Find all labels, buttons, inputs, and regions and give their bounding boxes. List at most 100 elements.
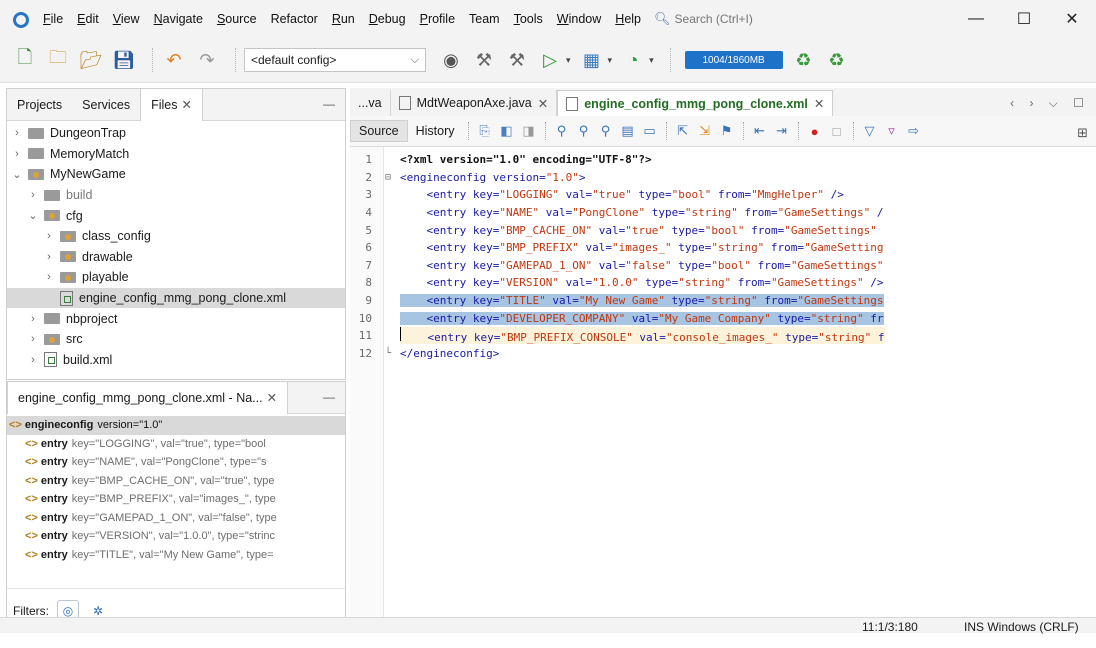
code-line[interactable]: 10 <entry key="DEVELOPER_COMPANY" val="M… <box>350 309 1074 327</box>
debug-icon[interactable]: ▦ <box>579 47 605 73</box>
menu-team[interactable]: Team <box>462 12 507 26</box>
tree-item[interactable]: engine_config_mmg_pong_clone.xml <box>7 287 345 309</box>
menu-tools[interactable]: Tools <box>507 12 550 26</box>
tree-item[interactable]: › build.xml <box>7 350 345 371</box>
build-hammer-icon[interactable]: ⚒ <box>471 47 497 73</box>
code-line[interactable]: 11 <entry key="BMP_PREFIX_CONSOLE" val="… <box>350 327 1074 345</box>
close-icon[interactable]: ✕ <box>182 97 192 112</box>
stop-macro-icon[interactable]: □ <box>829 123 845 139</box>
gc-icon[interactable]: ♻ <box>791 47 817 73</box>
validate-xml-icon[interactable]: ▿ <box>884 123 900 139</box>
tree-item[interactable]: › playable <box>7 267 345 288</box>
save-all-icon[interactable]: 💾︎ <box>111 47 137 73</box>
tree-item[interactable]: ⌄ MyNewGame <box>7 164 345 185</box>
fold-icon[interactable]: └ <box>376 348 400 359</box>
close-icon[interactable]: ✕ <box>538 96 548 111</box>
menu-run[interactable]: Run <box>325 12 362 26</box>
menu-window[interactable]: Window <box>550 12 608 26</box>
code-line[interactable]: 12 └ </engineconfig> <box>350 345 1074 363</box>
profile-dropdown-icon[interactable]: ▾ <box>649 55 654 66</box>
find-next-icon[interactable]: ⚲ <box>598 123 614 139</box>
toggle-highlight-icon[interactable]: ▤ <box>620 123 636 139</box>
expand-icon[interactable]: › <box>43 230 55 242</box>
toggle-bookmark-icon[interactable]: ⚑ <box>719 123 735 139</box>
tab-navigation-icon[interactable]: ‹ › ⌵ ☐ <box>1010 96 1090 111</box>
memory-indicator[interactable]: 1004/1860MB <box>684 51 783 69</box>
caret-position[interactable]: 11:1/3:180 <box>862 620 918 634</box>
check-xml-icon[interactable]: ▽ <box>862 123 878 139</box>
code-line[interactable]: 4 <entry key="NAME" val="PongClone" type… <box>350 204 1074 222</box>
menu-file[interactable]: File <box>36 12 70 26</box>
tree-item[interactable]: › MemoryMatch <box>7 144 345 165</box>
config-select[interactable]: <default config> ⌵ <box>244 48 426 72</box>
navigator-entry-node[interactable]: <> entry key="TITLE", val="My New Game", t… <box>7 546 345 565</box>
minimize-window-button[interactable]: — <box>952 0 1000 38</box>
open-project-icon[interactable]: 📂︎ <box>78 47 104 73</box>
editor-tab[interactable]: MdtWeaponAxe.java ✕ <box>391 90 558 116</box>
debug-dropdown-icon[interactable]: ▾ <box>608 55 613 66</box>
navigator-entry-node[interactable]: <> entry key="NAME", val="PongClone", type… <box>7 453 345 472</box>
editor-tab[interactable]: engine_config_mmg_pong_clone.xml ✕ <box>557 90 834 116</box>
navigator-entry-node[interactable]: <> entry key="GAMEPAD_1_ON", val="false", … <box>7 509 345 528</box>
history-mode-button[interactable]: History <box>408 120 463 142</box>
tab-navigator[interactable]: engine_config_mmg_pong_clone.xml - Na...… <box>7 381 289 414</box>
tree-item[interactable]: › nbproject <box>7 308 345 329</box>
profile-icon[interactable]: ◔ <box>620 47 646 73</box>
tree-item[interactable]: › drawable <box>7 247 345 268</box>
next-bookmark-icon[interactable]: ⇲ <box>697 123 713 139</box>
navigator-entry-node[interactable]: <> entry key="VERSION", val="1.0.0", type=… <box>7 527 345 546</box>
menu-debug[interactable]: Debug <box>362 12 413 26</box>
menu-help[interactable]: Help <box>608 12 648 26</box>
expand-icon[interactable]: › <box>27 333 39 345</box>
shift-right-icon[interactable]: ⇥ <box>774 123 790 139</box>
xsl-transform-icon[interactable]: ⇨ <box>906 123 922 139</box>
redo-icon[interactable]: ↷ <box>194 47 220 73</box>
code-line[interactable]: 2 ⊟ <engineconfig version="1.0"> <box>350 169 1074 187</box>
insert-mode-line-ending[interactable]: INS Windows (CRLF) <box>964 620 1079 634</box>
tree-item[interactable]: › class_config <box>7 226 345 247</box>
code-line[interactable]: 7 <entry key="GAMEPAD_1_ON" val="false" … <box>350 257 1074 275</box>
close-icon[interactable]: ✕ <box>267 390 277 405</box>
menu-refactor[interactable]: Refactor <box>264 12 325 26</box>
start-macro-icon[interactable]: ● <box>807 123 823 139</box>
run-icon[interactable]: ▷ <box>537 47 563 73</box>
expand-icon[interactable]: › <box>27 189 39 201</box>
globe-icon[interactable]: ◉ <box>438 47 464 73</box>
expand-icon[interactable]: › <box>43 271 55 283</box>
expand-icon[interactable]: › <box>43 251 55 263</box>
back-icon[interactable]: ◧ <box>499 123 515 139</box>
close-window-button[interactable]: ✕ <box>1048 0 1096 38</box>
clean-build-icon[interactable]: ⚒ <box>504 47 530 73</box>
close-icon[interactable]: ✕ <box>814 96 824 111</box>
find-selection-icon[interactable]: ⚲ <box>554 123 570 139</box>
code-line[interactable]: 1 <?xml version="1.0" encoding="UTF-8"?> <box>350 151 1074 169</box>
new-file-icon[interactable]: 🗋 <box>12 47 38 73</box>
code-line[interactable]: 8 <entry key="VERSION" val="1.0.0" type=… <box>350 274 1074 292</box>
tab-files[interactable]: Files ✕ <box>140 88 203 121</box>
minimize-panel-icon[interactable]: — <box>323 390 335 404</box>
source-mode-button[interactable]: Source <box>350 120 408 142</box>
tab-services[interactable]: Services <box>72 89 140 121</box>
collapse-icon[interactable]: ⌄ <box>11 168 23 181</box>
new-project-icon[interactable]: 🗀 <box>45 47 71 73</box>
tree-item[interactable]: › DungeonTrap <box>7 123 345 144</box>
toggle-rect-select-icon[interactable]: ▭ <box>642 123 658 139</box>
editor-tab[interactable]: ...va <box>350 90 391 116</box>
search-input[interactable] <box>674 12 795 26</box>
menu-navigate[interactable]: Navigate <box>147 12 210 26</box>
code-line[interactable]: 3 <entry key="LOGGING" val="true" type="… <box>350 186 1074 204</box>
forward-icon[interactable]: ◨ <box>521 123 537 139</box>
previous-bookmark-icon[interactable]: ⇱ <box>675 123 691 139</box>
find-previous-icon[interactable]: ⚲ <box>576 123 592 139</box>
tab-projects[interactable]: Projects <box>7 89 72 121</box>
navigator-root-node[interactable]: <> engineconfig version="1.0" <box>7 416 345 435</box>
collapse-icon[interactable]: ⌄ <box>27 209 39 222</box>
shift-left-icon[interactable]: ⇤ <box>752 123 768 139</box>
undo-icon[interactable]: ↶ <box>161 47 187 73</box>
tree-item[interactable]: › build <box>7 185 345 206</box>
code-line[interactable]: 6 <entry key="BMP_PREFIX" val="images_" … <box>350 239 1074 257</box>
code-line[interactable]: 9 <entry key="TITLE" val="My New Game" t… <box>350 292 1074 310</box>
code-editor[interactable]: 1 <?xml version="1.0" encoding="UTF-8"?> 2… <box>350 147 1096 633</box>
maximize-window-button[interactable]: ☐ <box>1000 0 1048 38</box>
navigator-entry-node[interactable]: <> entry key="LOGGING", val="true", type="… <box>7 435 345 454</box>
